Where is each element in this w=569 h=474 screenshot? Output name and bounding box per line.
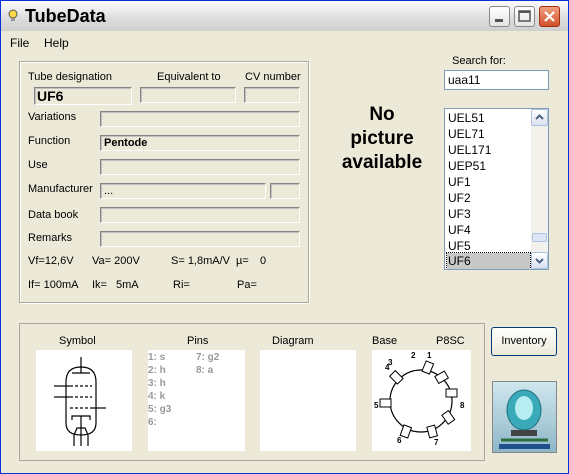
databook-field <box>100 207 300 223</box>
list-item[interactable]: UEP51 <box>447 158 530 174</box>
menu-help[interactable]: Help <box>44 36 69 50</box>
databook-label: Data book <box>28 209 79 221</box>
menu-bar: File Help <box>1 32 568 52</box>
spec-mu-value: 0 <box>260 255 267 267</box>
scroll-down-button[interactable] <box>531 252 548 269</box>
pins-header: Pins <box>187 335 209 347</box>
function-field: Pentode <box>100 135 300 151</box>
spec-if: If= 100mA <box>28 279 79 291</box>
base-pin-number: 6 <box>397 436 402 445</box>
no-picture-line1: No <box>369 104 395 125</box>
list-item[interactable]: UEL51 <box>447 110 530 126</box>
main-window: TubeData File Help Tube designation Equi… <box>0 0 569 474</box>
no-picture-line3: available <box>341 152 423 173</box>
list-item[interactable]: UEL71 <box>447 126 530 142</box>
base-header: Base <box>372 335 398 347</box>
pin-label: 7: g2 <box>196 352 220 363</box>
search-input[interactable] <box>444 70 549 90</box>
cv-label: CV number <box>245 71 301 83</box>
remarks-label: Remarks <box>28 232 73 244</box>
variations-field <box>100 111 300 127</box>
list-item[interactable]: UF4 <box>447 222 530 238</box>
spec-va: Va= 200V <box>92 255 140 267</box>
list-item[interactable]: UF2 <box>447 190 530 206</box>
list-item[interactable]: UF3 <box>447 206 530 222</box>
base-pin-number: 1 <box>427 351 432 360</box>
list-item[interactable]: UEL171 <box>447 142 530 158</box>
spec-vf: Vf=12,6V <box>28 255 74 267</box>
base-pin-number: 2 <box>411 351 416 360</box>
pin-label: 6: <box>148 417 157 428</box>
chevron-down-icon <box>535 258 544 264</box>
chevron-up-icon <box>535 114 544 120</box>
designation-field: UF6 <box>34 87 132 105</box>
list-item-selected[interactable]: UF6 <box>446 252 531 269</box>
symbol-header: Symbol <box>59 335 96 347</box>
base-pin-number: 4 <box>385 363 390 372</box>
close-button[interactable] <box>539 6 560 27</box>
title-bar[interactable]: TubeData <box>1 1 568 31</box>
no-picture-text: No picture available <box>317 103 447 175</box>
spec-ri: Ri= <box>173 279 190 291</box>
use-field <box>100 159 300 175</box>
maximize-icon <box>518 10 531 22</box>
tube-logo <box>492 381 557 453</box>
remarks-field <box>100 231 300 247</box>
diagram-header: Diagram <box>272 335 314 347</box>
maximize-button[interactable] <box>514 6 535 27</box>
manufacturer-field: ... <box>100 183 266 199</box>
pin-label: 1: s <box>148 352 166 363</box>
symbol-box <box>36 350 132 451</box>
base-type: P8SC <box>436 335 465 347</box>
pin-label: 8: a <box>196 365 214 376</box>
base-box: 1 2 3 4 5 6 7 8 <box>372 350 471 451</box>
scroll-up-button[interactable] <box>531 109 548 126</box>
manufacturer-extra-field <box>270 183 300 199</box>
menu-file[interactable]: File <box>10 36 29 50</box>
lightbulb-icon <box>8 9 18 21</box>
tube-logo-icon <box>499 389 550 449</box>
spec-s: S= 1,8mA/V <box>171 255 231 267</box>
base-pin-number: 7 <box>434 438 439 447</box>
list-scrollbar[interactable] <box>531 109 548 269</box>
minimize-icon <box>495 19 503 22</box>
close-icon <box>544 11 555 22</box>
cv-field <box>244 87 300 103</box>
window-title: TubeData <box>25 6 106 26</box>
list-item[interactable]: UF1 <box>447 174 530 190</box>
designation-label: Tube designation <box>28 71 112 83</box>
base-pin-number: 5 <box>374 401 379 410</box>
pin-label: 4: k <box>148 391 166 402</box>
equivalent-field <box>140 87 236 103</box>
function-label: Function <box>28 135 71 147</box>
inventory-button[interactable]: Inventory <box>491 327 557 356</box>
scroll-thumb[interactable] <box>532 233 547 242</box>
no-picture-line2: picture <box>350 128 414 149</box>
tube-listbox[interactable]: UEL51 UEL71 UEL171 UEP51 UF1 UF2 UF3 UF4… <box>444 108 549 270</box>
base-diagram: 1 2 3 4 5 6 7 8 <box>374 351 465 447</box>
manufacturer-label: Manufacturer <box>28 183 93 195</box>
pin-label: 5: g3 <box>148 404 172 415</box>
equivalent-label: Equivalent to <box>157 71 221 83</box>
pentode-symbol <box>54 357 106 446</box>
use-label: Use <box>28 159 48 171</box>
pins-box: 1: s 2: h 3: h 4: k 5: g3 6: 7: g2 8: a <box>148 350 245 451</box>
pin-label: 3: h <box>148 378 166 389</box>
diagram-box <box>260 350 356 451</box>
minimize-button[interactable] <box>489 6 510 27</box>
spec-ik-label: Ik= <box>92 279 107 291</box>
pin-label: 2: h <box>148 365 166 376</box>
list-item[interactable]: UF5 <box>447 238 530 254</box>
spec-mu-label: µ= <box>236 255 249 267</box>
spec-pa: Pa= <box>237 279 257 291</box>
base-pin-number: 8 <box>460 401 465 410</box>
spec-ik-value: 5mA <box>116 279 139 291</box>
search-label: Search for: <box>452 55 506 67</box>
variations-label: Variations <box>28 111 77 123</box>
